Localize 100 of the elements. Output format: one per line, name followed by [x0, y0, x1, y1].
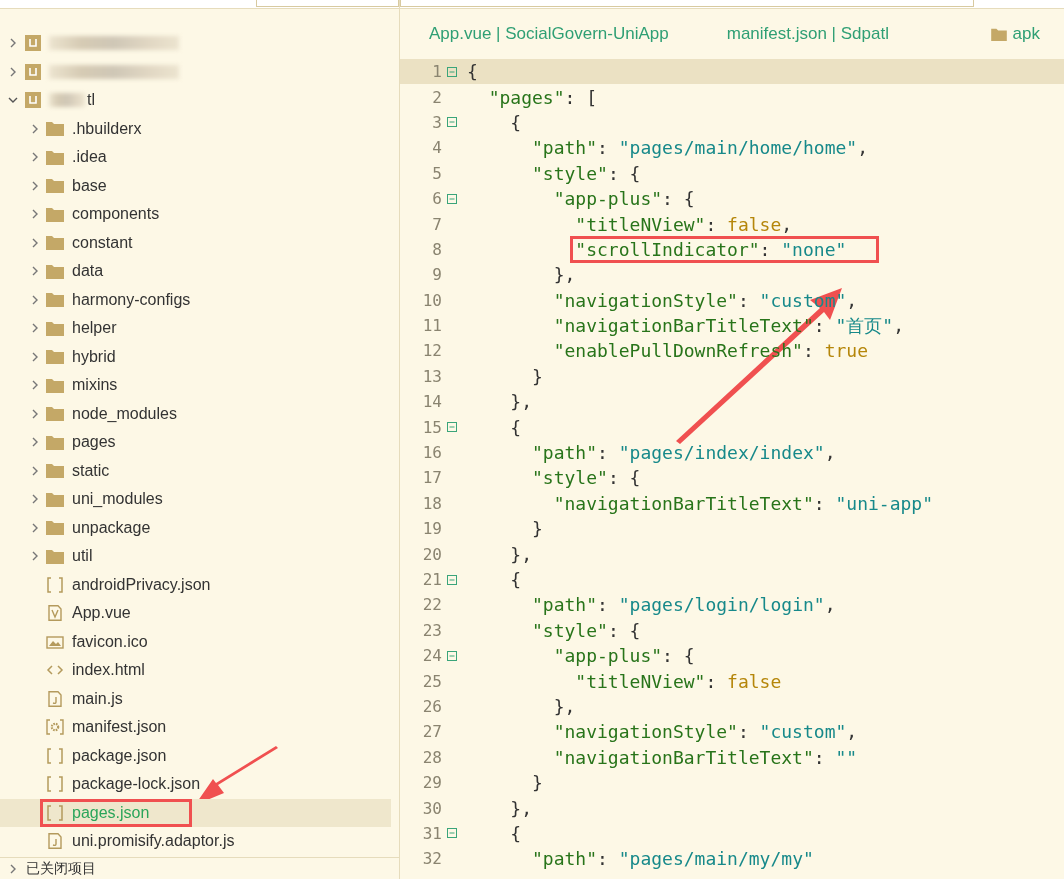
- line-number: 32: [421, 849, 442, 869]
- script-file-icon: [46, 690, 64, 707]
- code-line: }: [531, 364, 544, 389]
- line-number: 21: [421, 570, 442, 589]
- folder-icon: [46, 149, 64, 165]
- line-number: 9: [431, 265, 442, 285]
- tree-item[interactable]: mixins: [40, 371, 124, 400]
- code-line: "style": {: [531, 161, 642, 186]
- tree-item[interactable]: components: [40, 200, 166, 229]
- code-line: },: [509, 796, 534, 821]
- project-icon: [25, 63, 41, 80]
- line-number: 25: [421, 671, 442, 691]
- tree-item[interactable]: hybrid: [40, 342, 122, 371]
- tree-item[interactable]: androidPrivacy.json: [40, 570, 217, 599]
- line-number: 7: [431, 214, 442, 234]
- line-number: 5: [431, 163, 442, 183]
- code-line: {: [509, 110, 523, 135]
- tree-item[interactable]: constant: [40, 228, 139, 257]
- line-number: 12: [421, 341, 442, 361]
- line-number: 2: [431, 87, 442, 107]
- code-line: "titleNView": false,: [574, 212, 794, 237]
- line-number: 27: [421, 722, 442, 742]
- code-line: "navigationStyle": "custom",: [552, 720, 859, 745]
- line-number: 28: [421, 747, 442, 767]
- line-number: 30: [421, 798, 442, 818]
- tree-item[interactable]: manifest.json: [40, 713, 173, 742]
- tree-item[interactable]: uni.promisify.adaptor.js: [40, 827, 241, 856]
- folder-icon: [46, 434, 64, 450]
- tree-item[interactable]: favicon.ico: [40, 627, 154, 656]
- brackets-icon: [46, 576, 64, 593]
- line-number: 20: [421, 544, 442, 564]
- code-line: }: [531, 771, 544, 796]
- fold-icon[interactable]: [447, 828, 457, 839]
- tree-item[interactable]: index.html: [40, 656, 151, 685]
- line-number: 15: [421, 417, 442, 437]
- tree-item[interactable]: pages: [40, 428, 122, 457]
- input-field[interactable]: [400, 0, 974, 7]
- fold-icon[interactable]: [447, 650, 457, 661]
- code-line: "path": "pages/main/home/home",: [531, 136, 869, 161]
- tree-item[interactable]: uni_modules: [40, 485, 169, 514]
- project-row[interactable]: tl: [0, 86, 399, 115]
- code-line: "style": {: [531, 618, 642, 643]
- tree-item[interactable]: base: [40, 171, 113, 200]
- tree-item[interactable]: package-lock.json: [40, 770, 207, 799]
- code-line: "titleNView": false: [574, 669, 783, 694]
- line-number: 31: [421, 823, 442, 843]
- code-line: "navigationBarTitleText": "uni-app": [552, 491, 934, 516]
- line-number: 29: [421, 773, 442, 793]
- code-line: "app-plus": {: [552, 187, 696, 212]
- fold-icon[interactable]: [447, 574, 457, 585]
- tree-item[interactable]: harmony-configs: [40, 285, 197, 314]
- tree-item[interactable]: static: [40, 456, 116, 485]
- tree-item[interactable]: .hbuilderx: [40, 114, 148, 143]
- tree-item[interactable]: main.js: [40, 684, 129, 713]
- tree-item[interactable]: App.vue: [40, 599, 137, 628]
- brackets-icon: [46, 804, 64, 821]
- folder-icon: [46, 520, 64, 536]
- line-number: 16: [421, 443, 442, 463]
- tree-item[interactable]: .idea: [40, 143, 113, 172]
- line-number: 23: [421, 620, 442, 640]
- code-line: "style": {: [531, 466, 642, 491]
- fold-icon[interactable]: [447, 422, 457, 433]
- folder-icon: [46, 320, 64, 336]
- folder-icon: [46, 178, 64, 194]
- section-header[interactable]: 已关闭项目: [26, 859, 96, 878]
- brackets-icon: [46, 776, 64, 793]
- tree-item[interactable]: helper: [40, 314, 123, 343]
- tree-item[interactable]: data: [40, 257, 110, 286]
- project-icon: [25, 92, 41, 109]
- code-line: },: [509, 542, 534, 567]
- code-line: },: [552, 694, 577, 719]
- tree-item[interactable]: node_modules: [40, 399, 183, 428]
- folder-icon: [46, 263, 64, 279]
- folder-icon: [46, 548, 64, 564]
- code-line: },: [509, 390, 534, 415]
- line-number: 14: [421, 392, 442, 412]
- line-number: 17: [421, 468, 442, 488]
- code-line: "navigationBarTitleText": "": [552, 745, 859, 770]
- image-file-icon: [46, 633, 64, 650]
- fold-icon[interactable]: [447, 193, 457, 204]
- line-number: 24: [421, 646, 442, 666]
- folder-icon: [46, 377, 64, 393]
- folder-icon: [990, 27, 1007, 41]
- line-number: 18: [421, 493, 442, 513]
- code-line: "path": "pages/main/my/my": [531, 847, 815, 872]
- tree-item[interactable]: util: [40, 542, 99, 571]
- line-number: 4: [431, 138, 442, 158]
- fold-icon[interactable]: [447, 117, 457, 128]
- fold-icon[interactable]: [447, 66, 457, 77]
- input-field[interactable]: [256, 0, 399, 7]
- line-number: 11: [421, 316, 442, 336]
- code-line: {: [466, 60, 479, 85]
- folder-icon: [46, 406, 64, 422]
- line-number: 3: [431, 112, 442, 132]
- line-number: 10: [421, 290, 442, 310]
- code-line: }: [531, 517, 544, 542]
- code-line: {: [509, 821, 523, 846]
- tree-item[interactable]: package.json: [40, 741, 173, 770]
- tree-item[interactable]: unpackage: [40, 513, 157, 542]
- vue-file-icon: [46, 605, 64, 622]
